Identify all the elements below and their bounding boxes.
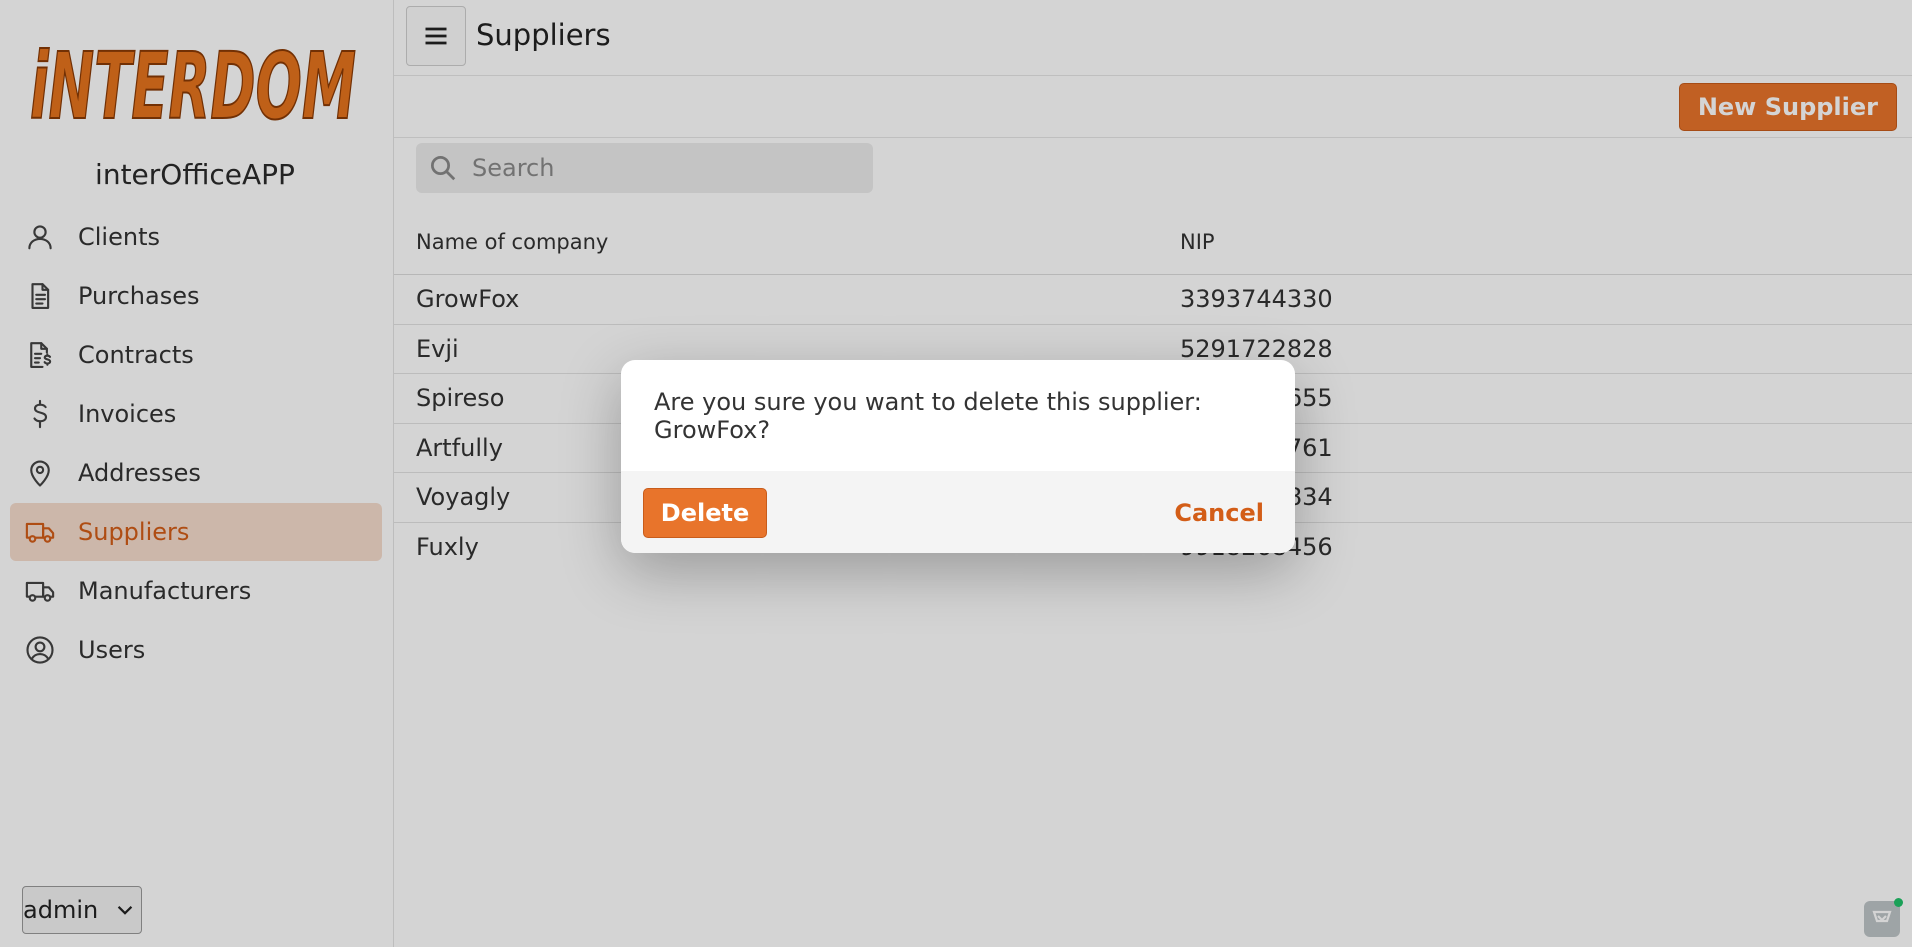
delete-confirm-dialog: Are you sure you want to delete this sup… [621,360,1295,553]
dialog-footer: Delete Cancel [621,471,1295,553]
cancel-button[interactable]: Cancel [1174,499,1264,527]
delete-button[interactable]: Delete [643,488,767,538]
app-root: iNTERDOM interOfficeAPP Clients Purchase… [0,0,1912,947]
dialog-message: Are you sure you want to delete this sup… [654,387,1202,444]
